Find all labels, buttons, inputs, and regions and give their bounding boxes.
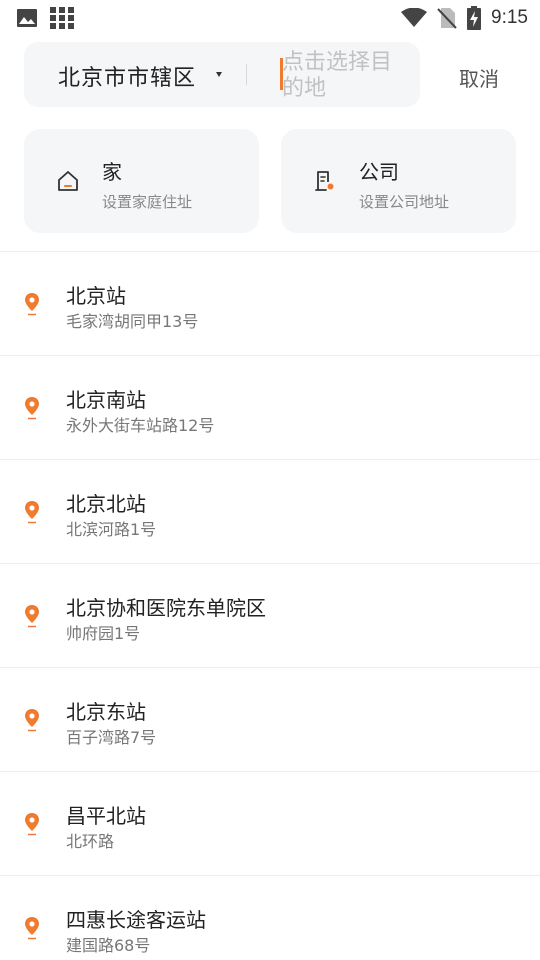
office-title: 公司 [359, 160, 399, 184]
place-name: 北京北站 [66, 492, 146, 516]
list-item[interactable]: 北京协和医院东单院区 帅府园1号 [0, 564, 540, 668]
office-shortcut-card[interactable]: 公司 设置公司地址 [281, 129, 516, 233]
wifi-icon [401, 8, 428, 27]
location-pin-icon [25, 813, 39, 836]
place-list: 北京站 毛家湾胡同甲13号 北京南站 永外大街车站路12号 北京北站 北滨河路1… [0, 252, 540, 960]
place-address: 永外大街车站路12号 [66, 416, 215, 435]
battery-charging-icon [467, 6, 482, 30]
location-pin-icon [25, 397, 39, 420]
place-address: 北滨河路1号 [66, 520, 157, 539]
city-selector[interactable]: 北京市市辖区 [58, 60, 196, 92]
home-title: 家 [102, 160, 122, 184]
image-icon [17, 9, 37, 27]
destination-input[interactable]: 点击选择目的地 [282, 50, 408, 102]
list-item[interactable]: 北京站 毛家湾胡同甲13号 [0, 252, 540, 356]
office-subtitle: 设置公司地址 [359, 193, 450, 211]
search-box[interactable]: 北京市市辖区 点击选择目的地 [24, 42, 420, 107]
divider [246, 64, 247, 85]
no-sim-icon [437, 8, 457, 29]
place-name: 四惠长途客运站 [66, 908, 206, 932]
location-pin-icon [25, 709, 39, 732]
place-address: 北环路 [66, 832, 115, 851]
place-name: 北京协和医院东单院区 [66, 596, 266, 620]
list-item[interactable]: 北京南站 永外大街车站路12号 [0, 356, 540, 460]
place-name: 北京站 [66, 284, 126, 308]
list-item[interactable]: 北京东站 百子湾路7号 [0, 668, 540, 772]
home-shortcut-card[interactable]: 家 设置家庭住址 [24, 129, 259, 233]
place-address: 毛家湾胡同甲13号 [66, 312, 199, 331]
cancel-button[interactable]: 取消 [459, 63, 499, 92]
dropdown-arrow-icon[interactable] [216, 72, 222, 77]
list-item[interactable]: 北京北站 北滨河路1号 [0, 460, 540, 564]
place-name: 昌平北站 [66, 804, 146, 828]
clock: 9:15 [491, 7, 528, 28]
place-name: 北京东站 [66, 700, 146, 724]
place-name: 北京南站 [66, 388, 146, 412]
grid-icon [50, 7, 74, 29]
home-icon [58, 171, 78, 191]
list-item[interactable]: 昌平北站 北环路 [0, 772, 540, 876]
place-address: 建国路68号 [66, 936, 151, 955]
home-subtitle: 设置家庭住址 [102, 193, 193, 211]
place-address: 百子湾路7号 [66, 728, 157, 747]
location-pin-icon [25, 501, 39, 524]
office-building-icon [315, 171, 334, 191]
place-address: 帅府园1号 [66, 624, 141, 643]
list-item[interactable]: 四惠长途客运站 建国路68号 [0, 876, 540, 960]
location-pin-icon [25, 917, 39, 940]
status-bar: 9:15 [0, 0, 540, 36]
location-pin-icon [25, 293, 39, 316]
location-pin-icon [25, 605, 39, 628]
